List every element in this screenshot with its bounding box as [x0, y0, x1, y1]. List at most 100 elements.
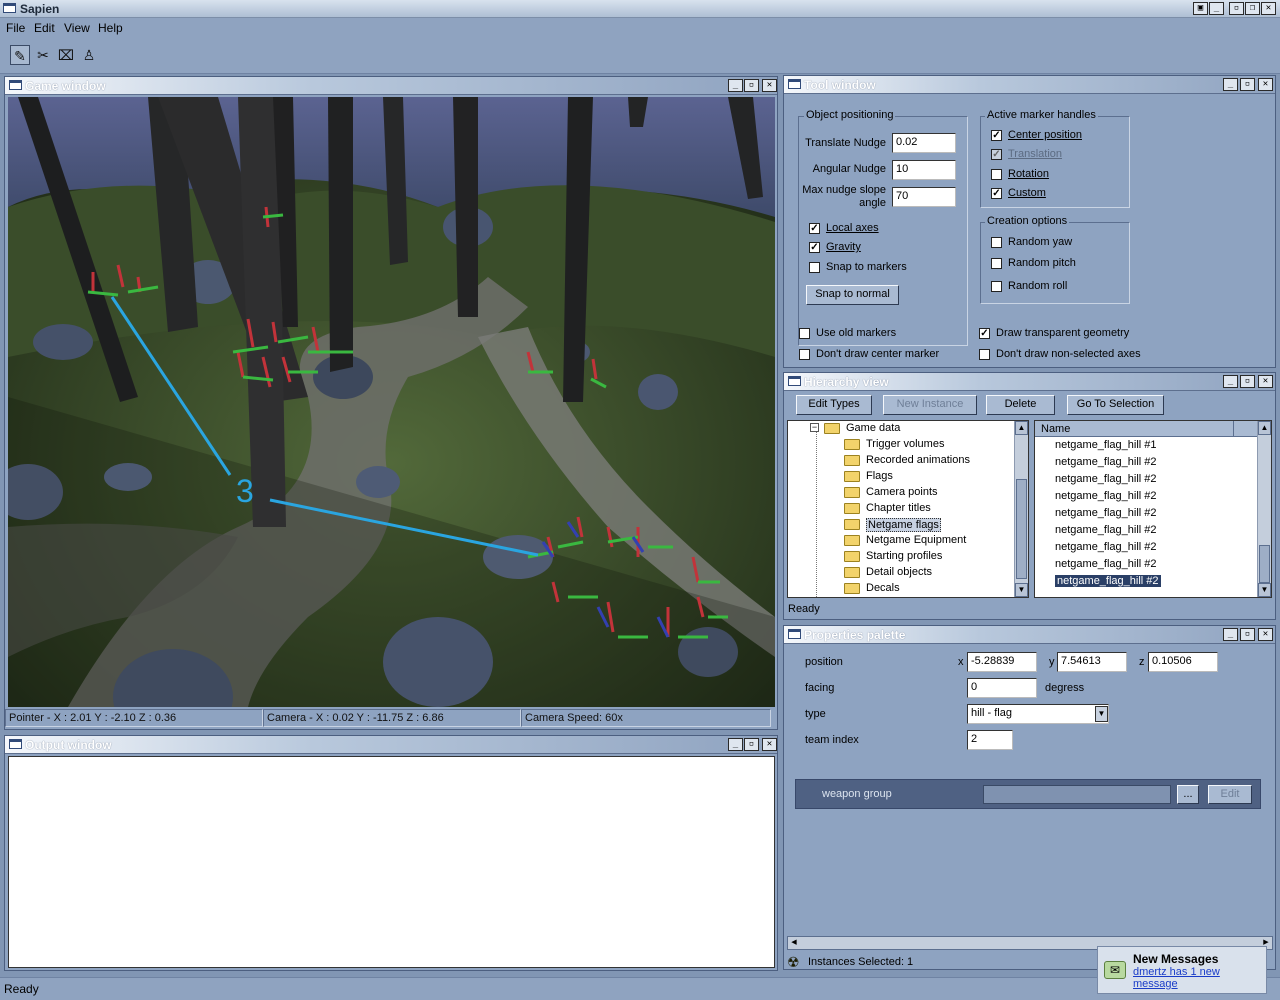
edit-weapon-group-button[interactable]: Edit: [1208, 785, 1252, 804]
list-item[interactable]: netgame_flag_hill #2: [1035, 575, 1161, 592]
delete-button[interactable]: Delete: [986, 395, 1055, 415]
creation-options-label: Creation options: [985, 215, 1070, 227]
player-icon[interactable]: ♙: [79, 45, 99, 65]
tree-view[interactable]: − Game data Trigger volumes Recorded anim…: [787, 420, 1029, 598]
app-title: Sapien: [20, 2, 60, 16]
minimize-button[interactable]: _: [1223, 78, 1238, 91]
minimize-button[interactable]: _: [1223, 375, 1238, 388]
local-axes-checkbox[interactable]: ✓: [809, 223, 820, 234]
center-position-checkbox[interactable]: ✓: [991, 130, 1002, 141]
list-item[interactable]: netgame_flag_hill #1: [1035, 439, 1157, 456]
scroll-down-icon[interactable]: ▼: [1258, 583, 1271, 597]
random-roll-checkbox[interactable]: [991, 281, 1002, 292]
collapse-icon[interactable]: −: [810, 423, 819, 432]
gravity-checkbox[interactable]: ✓: [809, 242, 820, 253]
weapon-group-field[interactable]: [983, 785, 1171, 804]
close-button[interactable]: ✕: [1261, 2, 1276, 15]
dont-draw-axes-checkbox[interactable]: [979, 349, 990, 360]
angular-nudge-field[interactable]: 10: [892, 160, 956, 180]
max-slope-field[interactable]: 70: [892, 187, 956, 207]
list-item[interactable]: netgame_flag_hill #2: [1035, 524, 1157, 541]
close-button[interactable]: ✕: [1258, 78, 1273, 91]
hierarchy-window-titlebar: Hierarchy view _ ▫ ✕: [784, 373, 1275, 391]
translate-nudge-field[interactable]: 0.02: [892, 133, 956, 153]
game-viewport[interactable]: 3: [8, 97, 775, 707]
pointer-readout: Pointer - X : 2.01 Y : -2.10 Z : 0.36: [5, 709, 263, 727]
maximize-button[interactable]: ▫: [744, 79, 759, 92]
snap-to-normal-button[interactable]: Snap to normal: [806, 285, 899, 305]
position-z-field[interactable]: 0.10506: [1148, 652, 1218, 672]
draw-transparent-checkbox[interactable]: ✓: [979, 328, 990, 339]
translation-checkbox[interactable]: ✓: [991, 149, 1002, 160]
minimize-button[interactable]: _: [728, 79, 743, 92]
list-header[interactable]: Name: [1035, 421, 1259, 437]
list-item[interactable]: netgame_flag_hill #2: [1035, 541, 1157, 558]
chevron-down-icon[interactable]: ▼: [1095, 706, 1108, 722]
list-scrollbar[interactable]: ▲ ▼: [1257, 421, 1271, 597]
column-divider[interactable]: [1233, 421, 1234, 437]
instances-selected: Instances Selected: 1: [808, 956, 914, 968]
minimize-button[interactable]: _: [728, 738, 743, 751]
tool-window: Tool window _ ▫ ✕ Object positioning Tra…: [783, 75, 1276, 368]
minimize-button[interactable]: _: [1209, 2, 1224, 15]
go-to-selection-button[interactable]: Go To Selection: [1067, 395, 1164, 415]
team-index-field[interactable]: 2: [967, 730, 1013, 750]
close-button[interactable]: ✕: [1258, 375, 1273, 388]
maximize-button[interactable]: ▫: [744, 738, 759, 751]
maximize-button[interactable]: ▫: [1240, 78, 1255, 91]
list-item-label: netgame_flag_hill #2: [1055, 507, 1157, 519]
scroll-thumb[interactable]: [1259, 545, 1270, 583]
use-old-markers-checkbox[interactable]: [799, 328, 810, 339]
edit-types-button[interactable]: Edit Types: [796, 395, 872, 415]
random-yaw-checkbox[interactable]: [991, 237, 1002, 248]
custom-checkbox[interactable]: ✓: [991, 188, 1002, 199]
list-item[interactable]: netgame_flag_hill #2: [1035, 490, 1157, 507]
scissors-icon[interactable]: ✂: [33, 45, 53, 65]
facing-field[interactable]: 0: [967, 678, 1037, 698]
list-item[interactable]: netgame_flag_hill #2: [1035, 456, 1157, 473]
maximize-button[interactable]: ▫: [1229, 2, 1244, 15]
type-dropdown[interactable]: hill - flag: [967, 704, 1109, 724]
snap-markers-checkbox[interactable]: [809, 262, 820, 273]
position-y-field[interactable]: 7.54613: [1057, 652, 1127, 672]
close-button[interactable]: ✕: [762, 738, 777, 751]
degrees-label: degress: [1045, 682, 1085, 694]
new-instance-button[interactable]: New Instance: [883, 395, 977, 415]
list-item[interactable]: netgame_flag_hill #2: [1035, 473, 1157, 490]
scroll-left-icon[interactable]: ◀: [788, 937, 800, 949]
menu-file[interactable]: File: [6, 21, 25, 35]
scroll-up-icon[interactable]: ▲: [1258, 421, 1271, 435]
close-button[interactable]: ✕: [762, 79, 777, 92]
message-notification[interactable]: ✉ New Messages dmertz has 1 new message: [1097, 946, 1267, 994]
restore-icon[interactable]: ▣: [1193, 2, 1208, 15]
pencil-icon[interactable]: ✎: [10, 45, 30, 65]
maximize-button[interactable]: ▫: [1240, 375, 1255, 388]
use-old-markers-label: Use old markers: [816, 327, 897, 339]
scroll-down-icon[interactable]: ▼: [1015, 583, 1028, 597]
close-button[interactable]: ✕: [1258, 628, 1273, 641]
scroll-up-icon[interactable]: ▲: [1015, 421, 1028, 435]
output-log[interactable]: [8, 756, 775, 968]
minimize-button[interactable]: _: [1223, 628, 1238, 641]
folder-icon: [844, 439, 860, 450]
tree-scrollbar[interactable]: ▲ ▼: [1014, 421, 1028, 597]
restore-button[interactable]: ❐: [1245, 2, 1260, 15]
rotation-checkbox[interactable]: [991, 169, 1002, 180]
max-slope-label-2: angle: [859, 197, 886, 209]
random-pitch-checkbox[interactable]: [991, 258, 1002, 269]
list-item[interactable]: netgame_flag_hill #2: [1035, 507, 1157, 524]
maximize-button[interactable]: ▫: [1240, 628, 1255, 641]
menu-help[interactable]: Help: [98, 21, 123, 35]
instance-list[interactable]: Name netgame_flag_hill #1 netgame_flag_hi…: [1034, 420, 1272, 598]
custom-label: Custom: [1008, 187, 1046, 199]
menu-edit[interactable]: Edit: [34, 21, 55, 35]
browse-button[interactable]: ...: [1177, 785, 1199, 804]
menu-view[interactable]: View: [64, 21, 90, 35]
draw-transparent-label: Draw transparent geometry: [996, 327, 1130, 339]
scroll-thumb[interactable]: [1016, 479, 1027, 579]
list-item[interactable]: netgame_flag_hill #2: [1035, 558, 1157, 575]
position-x-field[interactable]: -5.28839: [967, 652, 1037, 672]
notification-link[interactable]: dmertz has 1 new message: [1133, 966, 1266, 990]
dont-draw-center-checkbox[interactable]: [799, 349, 810, 360]
camera-icon[interactable]: ⌧: [56, 45, 76, 65]
